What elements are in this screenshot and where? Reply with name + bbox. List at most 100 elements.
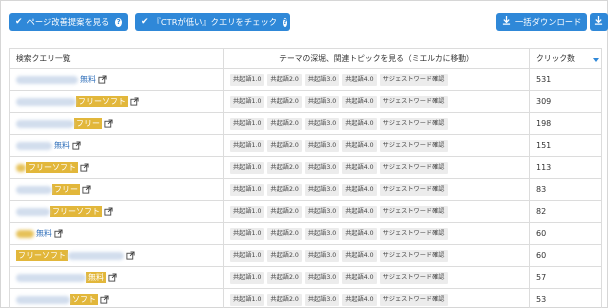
click-count-cell: 309 — [529, 90, 602, 113]
topic-tag-button[interactable]: 共起語4.0 — [342, 249, 377, 262]
topic-tag-button[interactable]: サジェストワード確認 — [379, 205, 448, 218]
topic-tag-button[interactable]: 共起語4.0 — [342, 183, 377, 196]
topic-tag-button[interactable]: サジェストワード確認 — [379, 161, 448, 174]
topic-tag-button[interactable]: サジェストワード確認 — [379, 249, 448, 262]
topic-tag-button[interactable]: 共起語1.0 — [230, 139, 265, 152]
topic-tag-button[interactable]: 共起語3.0 — [304, 183, 340, 196]
help-icon[interactable]: ? — [283, 17, 288, 27]
topic-tag-group: 共起語1.0 共起語2.0 共起語3.0 共起語4.0 サジェストワード確認 — [230, 293, 523, 306]
query-link[interactable]: 無料 — [80, 75, 96, 84]
topic-tag-button[interactable]: 共起語3.0 — [304, 73, 340, 86]
topic-tag-button[interactable]: 共起語2.0 — [267, 249, 302, 262]
click-count-cell: 531 — [529, 68, 602, 91]
topic-tag-button[interactable]: 共起語2.0 — [267, 227, 302, 240]
table-row: 無料 共起語1.0 共起語2.0 共起語3.0 共起語4.0 サジェストワード確認 531 — [9, 68, 602, 91]
keyword-highlight: フリーソフト — [76, 96, 128, 107]
query-cell: 無料 — [9, 68, 224, 91]
external-link-icon[interactable] — [80, 163, 89, 172]
topic-tag-button[interactable]: 共起語3.0 — [304, 293, 340, 306]
topic-tag-button[interactable]: 共起語1.0 — [230, 227, 265, 240]
topic-tag-button[interactable]: 共起語1.0 — [230, 117, 265, 130]
topic-tag-button[interactable]: 共起語2.0 — [267, 293, 302, 306]
redacted-query-text — [16, 97, 76, 106]
help-icon[interactable]: ? — [115, 17, 122, 27]
topics-cell: 共起語1.0 共起語2.0 共起語3.0 共起語4.0 サジェストワード確認 — [223, 156, 530, 179]
topic-tag-button[interactable]: 共起語2.0 — [267, 183, 302, 196]
topic-tag-button[interactable]: 共起語2.0 — [267, 73, 302, 86]
external-link-icon[interactable] — [126, 251, 135, 260]
topic-tag-button[interactable]: 共起語3.0 — [304, 271, 340, 284]
topic-tag-button[interactable]: サジェストワード確認 — [379, 95, 448, 108]
topic-tag-button[interactable]: 共起語4.0 — [342, 205, 377, 218]
topic-tag-button[interactable]: 共起語1.0 — [230, 95, 265, 108]
topic-tag-button[interactable]: 共起語2.0 — [267, 117, 302, 130]
topic-tag-button[interactable]: サジェストワード確認 — [379, 227, 448, 240]
external-link-icon[interactable] — [82, 185, 91, 194]
topic-tag-button[interactable]: 共起語1.0 — [230, 249, 265, 262]
external-link-icon[interactable] — [108, 273, 117, 282]
topic-tag-button[interactable]: 共起語1.0 — [230, 293, 265, 306]
page-improvement-button[interactable]: ✔ ページ改善提案を見る ? — [9, 13, 128, 31]
topic-tag-button[interactable]: 共起語2.0 — [267, 205, 302, 218]
topic-tag-button[interactable]: サジェストワード確認 — [379, 117, 448, 130]
topic-tag-button[interactable]: 共起語4.0 — [342, 293, 377, 306]
topic-tag-button[interactable]: サジェストワード確認 — [379, 73, 448, 86]
topic-tag-button[interactable]: サジェストワード確認 — [379, 271, 448, 284]
topic-tag-button[interactable]: 共起語3.0 — [304, 249, 340, 262]
topic-tag-button[interactable]: 共起語3.0 — [304, 139, 340, 152]
query-column-header[interactable]: 検索クエリ一覧 — [9, 48, 224, 69]
topic-tag-group: 共起語1.0 共起語2.0 共起語3.0 共起語4.0 サジェストワード確認 — [230, 271, 523, 284]
topic-tag-button[interactable]: 共起語1.0 — [230, 271, 265, 284]
topic-tag-button[interactable]: 共起語4.0 — [342, 73, 377, 86]
topics-cell: 共起語1.0 共起語2.0 共起語3.0 共起語4.0 サジェストワード確認 — [223, 134, 530, 157]
redacted-query-text — [16, 273, 86, 282]
keyword-highlight: フリー — [74, 118, 102, 129]
redacted-query-text — [16, 163, 26, 172]
topic-tag-button[interactable]: 共起語4.0 — [342, 139, 377, 152]
topic-tag-button[interactable]: 共起語1.0 — [230, 183, 265, 196]
topic-tag-button[interactable]: サジェストワード確認 — [379, 293, 448, 306]
query-link[interactable]: 無料 — [54, 141, 70, 150]
topic-tag-button[interactable]: 共起語4.0 — [342, 271, 377, 284]
query-cell: フリーソフト — [9, 200, 224, 223]
topic-tag-button[interactable]: 共起語2.0 — [267, 95, 302, 108]
topic-tag-button[interactable]: 共起語4.0 — [342, 95, 377, 108]
keyword-highlight: フリー — [52, 184, 80, 195]
topic-tag-button[interactable]: 共起語2.0 — [267, 139, 302, 152]
topic-tag-button[interactable]: 共起語3.0 — [304, 227, 340, 240]
topic-tag-button[interactable]: サジェストワード確認 — [379, 183, 448, 196]
external-link-icon[interactable] — [104, 119, 113, 128]
topic-tag-button[interactable]: 共起語4.0 — [342, 161, 377, 174]
bulk-download-button[interactable]: 一括ダウンロード — [496, 13, 587, 31]
topic-tag-button[interactable]: 共起語1.0 — [230, 73, 265, 86]
topics-cell: 共起語1.0 共起語2.0 共起語3.0 共起語4.0 サジェストワード確認 — [223, 178, 530, 201]
external-link-icon[interactable] — [130, 97, 139, 106]
topic-tag-button[interactable]: 共起語2.0 — [267, 161, 302, 174]
download-button-partial[interactable] — [590, 13, 608, 31]
topic-tag-button[interactable]: 共起語4.0 — [342, 117, 377, 130]
topic-tag-button[interactable]: サジェストワード確認 — [379, 139, 448, 152]
topic-tag-button[interactable]: 共起語3.0 — [304, 205, 340, 218]
topic-tag-button[interactable]: 共起語4.0 — [342, 227, 377, 240]
external-link-icon[interactable] — [104, 207, 113, 216]
topic-tag-button[interactable]: 共起語1.0 — [230, 205, 265, 218]
check-icon: ✔ — [141, 17, 149, 27]
topic-tag-button[interactable]: 共起語2.0 — [267, 271, 302, 284]
query-link[interactable]: 無料 — [36, 229, 52, 238]
external-link-icon[interactable] — [98, 75, 107, 84]
topic-tag-button[interactable]: 共起語3.0 — [304, 161, 340, 174]
click-count-cell: 60 — [529, 244, 602, 267]
query-cell: ソフト — [9, 288, 224, 308]
external-link-icon[interactable] — [72, 141, 81, 150]
ctr-low-query-button[interactable]: ✔ 『CTRが低い』クエリをチェック ? — [135, 13, 290, 31]
sort-desc-icon[interactable] — [593, 58, 599, 62]
clicks-column-header[interactable]: クリック数 — [529, 48, 602, 69]
click-count-cell: 83 — [529, 178, 602, 201]
external-link-icon[interactable] — [100, 295, 109, 304]
topic-tag-button[interactable]: 共起語1.0 — [230, 161, 265, 174]
table-row: フリー 共起語1.0 共起語2.0 共起語3.0 共起語4.0 サジェストワード確認 83 — [9, 178, 602, 201]
click-count-cell: 82 — [529, 200, 602, 223]
topic-tag-button[interactable]: 共起語3.0 — [304, 95, 340, 108]
topic-tag-button[interactable]: 共起語3.0 — [304, 117, 340, 130]
external-link-icon[interactable] — [54, 229, 63, 238]
